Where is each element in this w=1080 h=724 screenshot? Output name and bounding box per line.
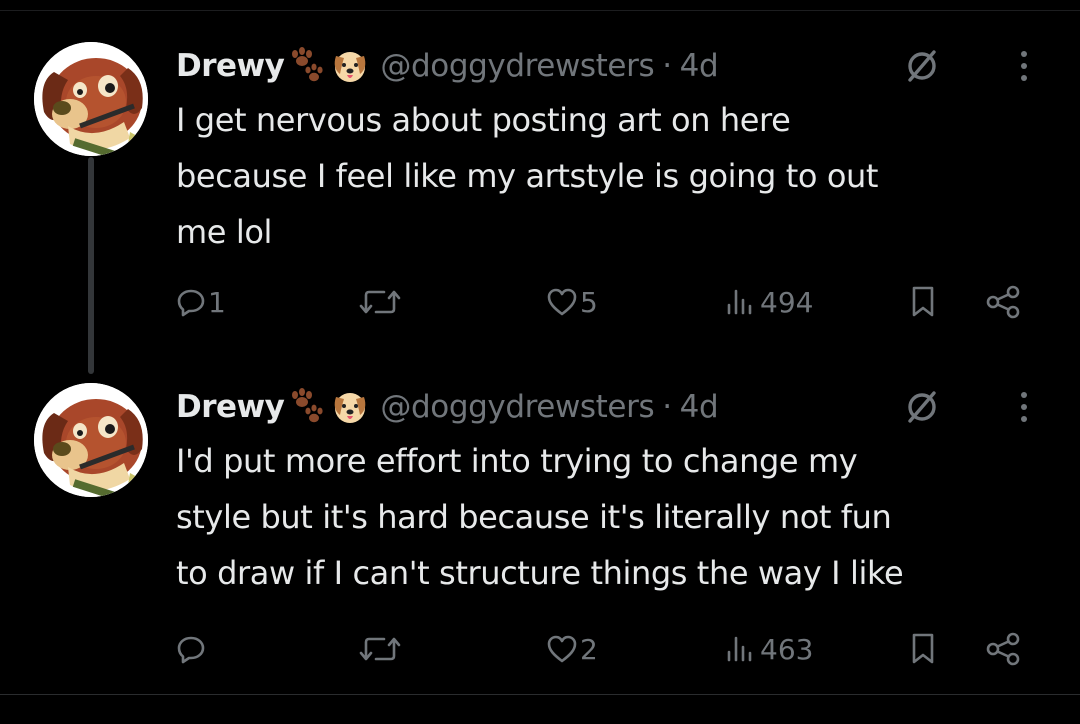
reply-icon (177, 289, 205, 317)
tweet-text-line: I'd put more effort into trying to chang… (176, 442, 858, 480)
view-count: 463 (760, 632, 814, 666)
heart-icon (547, 288, 577, 316)
more-options-icon[interactable] (1012, 46, 1036, 86)
tweet-text: I'd put more effort into trying to chang… (176, 433, 1056, 601)
paw-prints-icon (292, 388, 324, 423)
display-name[interactable]: Drewy (176, 389, 285, 425)
user-handle[interactable]: @doggydrewsters (380, 48, 654, 84)
tweet-actions: 1 5 494 (176, 280, 1046, 324)
reply-button[interactable]: 1 (176, 280, 226, 324)
grok-icon[interactable] (902, 387, 942, 427)
retweet-button[interactable] (358, 627, 404, 671)
paw-prints-icon (292, 47, 324, 82)
retweet-button[interactable] (358, 280, 404, 324)
timestamp[interactable]: 4d (680, 48, 719, 84)
bookmark-button[interactable] (908, 280, 938, 324)
avatar[interactable] (34, 42, 148, 156)
share-icon (986, 632, 1020, 666)
like-count: 2 (580, 632, 598, 666)
like-button[interactable]: 2 (546, 627, 598, 671)
reply-button[interactable] (176, 627, 208, 671)
dog-face-icon (335, 52, 366, 82)
thread-connector-line (88, 157, 94, 374)
separator-dot: · (662, 389, 672, 425)
retweet-icon (359, 290, 401, 314)
name-emojis (286, 46, 370, 86)
views-button[interactable]: 463 (724, 627, 813, 671)
retweet-icon (359, 637, 401, 661)
share-icon (986, 285, 1020, 319)
top-divider (0, 10, 1080, 11)
like-button[interactable]: 5 (546, 280, 598, 324)
bookmark-button[interactable] (908, 627, 938, 671)
heart-icon (547, 635, 577, 663)
bookmark-icon (912, 633, 934, 664)
display-name[interactable]: Drewy (176, 48, 285, 84)
bottom-divider (0, 694, 1080, 695)
share-button[interactable] (984, 627, 1022, 671)
timestamp[interactable]: 4d (680, 389, 719, 425)
dog-face-icon (335, 393, 366, 423)
tweet-actions: 2 463 (176, 627, 1046, 671)
tweet-header: Drewy @doggydrewsters · 4d (176, 381, 719, 433)
avatar[interactable] (34, 383, 148, 497)
views-chart-icon (727, 289, 752, 315)
share-button[interactable] (984, 280, 1022, 324)
tweet-text-line: I get nervous about posting art on here (176, 101, 791, 139)
view-count: 494 (760, 285, 814, 319)
views-chart-icon (727, 636, 752, 662)
dog-avatar-illustration (34, 383, 148, 497)
tweet-text-line: because I feel like my artstyle is going… (176, 157, 879, 195)
dog-avatar-illustration (34, 42, 148, 156)
tweet-text: I get nervous about posting art on here … (176, 92, 1056, 260)
tweet-text-line: style but it's hard because it's literal… (176, 498, 892, 536)
reply-count: 1 (208, 285, 226, 319)
views-button[interactable]: 494 (724, 280, 813, 324)
reply-icon (177, 636, 205, 664)
grok-icon[interactable] (902, 46, 942, 86)
tweet-header: Drewy @doggydrewsters · 4d (176, 40, 719, 92)
name-emojis (286, 387, 370, 427)
separator-dot: · (662, 48, 672, 84)
tweet-text-line: to draw if I can't structure things the … (176, 554, 904, 592)
more-options-icon[interactable] (1012, 387, 1036, 427)
like-count: 5 (580, 285, 598, 319)
user-handle[interactable]: @doggydrewsters (380, 389, 654, 425)
tweet-text-line: me lol (176, 213, 272, 251)
bookmark-icon (912, 286, 934, 317)
